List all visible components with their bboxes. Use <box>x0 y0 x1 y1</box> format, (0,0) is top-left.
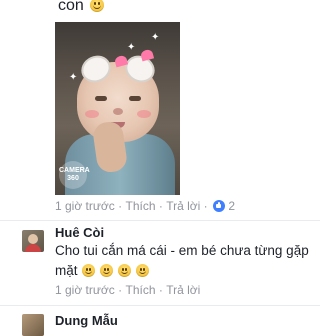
divider <box>0 305 320 306</box>
avatar-body <box>25 244 41 252</box>
comment-line-1: Cho tui cắn má cái - em bé chưa từng gặp <box>55 243 309 258</box>
comment-text: Cho tui cắn má cái - em bé chưa từng gặp… <box>55 241 310 281</box>
comment-line-2-text: mặt <box>55 263 78 278</box>
meta-separator: · <box>203 199 208 213</box>
bunny-ear-left <box>76 50 116 88</box>
avatar-head <box>28 234 38 244</box>
reply-link[interactable]: Trả lời <box>166 199 200 213</box>
sparkle-icon: ✦ <box>69 72 78 83</box>
grinning-emoji-icon <box>100 264 114 277</box>
caption-text: con <box>58 0 84 14</box>
sparkle-icon: ✦ <box>127 42 136 53</box>
comment-line-2: mặt <box>55 261 310 281</box>
camera360-badge-text: CAMERA 360 <box>59 167 90 182</box>
comment-meta: 1 giờ trước · Thích · Trả lời <box>55 283 200 297</box>
sparkle-icon: ✦ <box>151 32 160 43</box>
avatar[interactable] <box>22 230 44 252</box>
post-meta: 1 giờ trước · Thích · Trả lời · 2 <box>55 199 235 213</box>
meta-separator: · <box>158 283 163 297</box>
eye-left <box>95 96 107 101</box>
post-time: 1 giờ trước <box>55 199 115 213</box>
cheek-left <box>85 110 99 118</box>
comment-reply-link[interactable]: Trả lời <box>166 283 200 297</box>
heart-sticker-icon <box>139 48 155 62</box>
eye-right <box>129 96 141 101</box>
avatar[interactable] <box>22 314 44 336</box>
post-photo[interactable]: ✦ ✦ ✦ CAMERA 360 <box>55 22 180 195</box>
comment-time: 1 giờ trước <box>55 283 115 297</box>
like-link[interactable]: Thích <box>125 199 155 213</box>
thumbs-up-icon <box>212 200 225 212</box>
nose <box>113 108 123 115</box>
comment-author[interactable]: Dung Mẫu <box>55 313 118 329</box>
comment-author[interactable]: Huê Còi <box>55 225 104 241</box>
post-caption: con <box>58 0 105 16</box>
grinning-emoji-icon <box>135 264 149 277</box>
like-count[interactable]: 2 <box>228 199 235 213</box>
comment-like-link[interactable]: Thích <box>125 283 155 297</box>
cheek-right <box>137 110 151 118</box>
grinning-emoji-icon <box>82 264 96 277</box>
meta-separator: · <box>118 199 123 213</box>
camera360-badge: CAMERA 360 <box>59 161 90 189</box>
grinning-emoji-icon <box>90 0 105 12</box>
grinning-emoji-icon <box>117 264 131 277</box>
divider <box>0 220 320 221</box>
meta-separator: · <box>118 283 123 297</box>
meta-separator: · <box>158 199 163 213</box>
